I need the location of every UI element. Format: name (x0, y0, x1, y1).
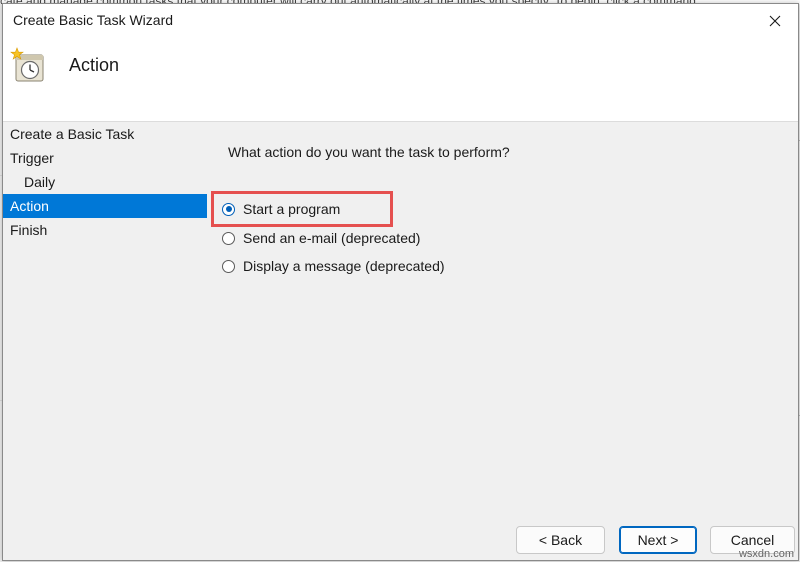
create-basic-task-wizard-dialog: Create Basic Task Wizard Action Create a… (2, 3, 799, 561)
action-content-panel: What action do you want the task to perf… (207, 122, 798, 500)
radio-send-email[interactable]: Send an e-mail (deprecated) (222, 226, 420, 250)
sidebar-item-trigger[interactable]: Trigger (3, 146, 207, 170)
clock-task-icon (10, 47, 44, 82)
watermark: wsxdn.com (738, 548, 794, 560)
title-bar[interactable]: Create Basic Task Wizard (3, 4, 798, 37)
radio-button[interactable] (222, 259, 235, 273)
wizard-steps-sidebar: Create a Basic Task Trigger Daily Action… (3, 122, 207, 242)
radio-label: Send an e-mail (deprecated) (243, 230, 421, 246)
sidebar-item-create-a-basic-task[interactable]: Create a Basic Task (3, 122, 207, 146)
sidebar-item-finish[interactable]: Finish (3, 218, 207, 242)
radio-start-program[interactable]: Start a program (222, 197, 340, 221)
close-button[interactable] (752, 4, 798, 37)
wizard-header: Action (3, 37, 798, 122)
page-title: Action (69, 55, 120, 75)
radio-label: Start a program (243, 201, 341, 217)
radio-button-checked[interactable] (222, 202, 235, 216)
next-button[interactable]: Next > (619, 526, 697, 554)
sidebar-item-daily[interactable]: Daily (3, 170, 207, 194)
back-button[interactable]: < Back (516, 526, 605, 554)
sidebar-item-action[interactable]: Action (3, 194, 207, 218)
radio-display-message[interactable]: Display a message (deprecated) (222, 254, 445, 278)
close-icon (769, 15, 781, 26)
window-title: Create Basic Task Wizard (13, 12, 174, 28)
action-question: What action do you want the task to perf… (228, 144, 510, 160)
radio-button[interactable] (222, 231, 235, 245)
radio-label: Display a message (deprecated) (243, 258, 445, 274)
